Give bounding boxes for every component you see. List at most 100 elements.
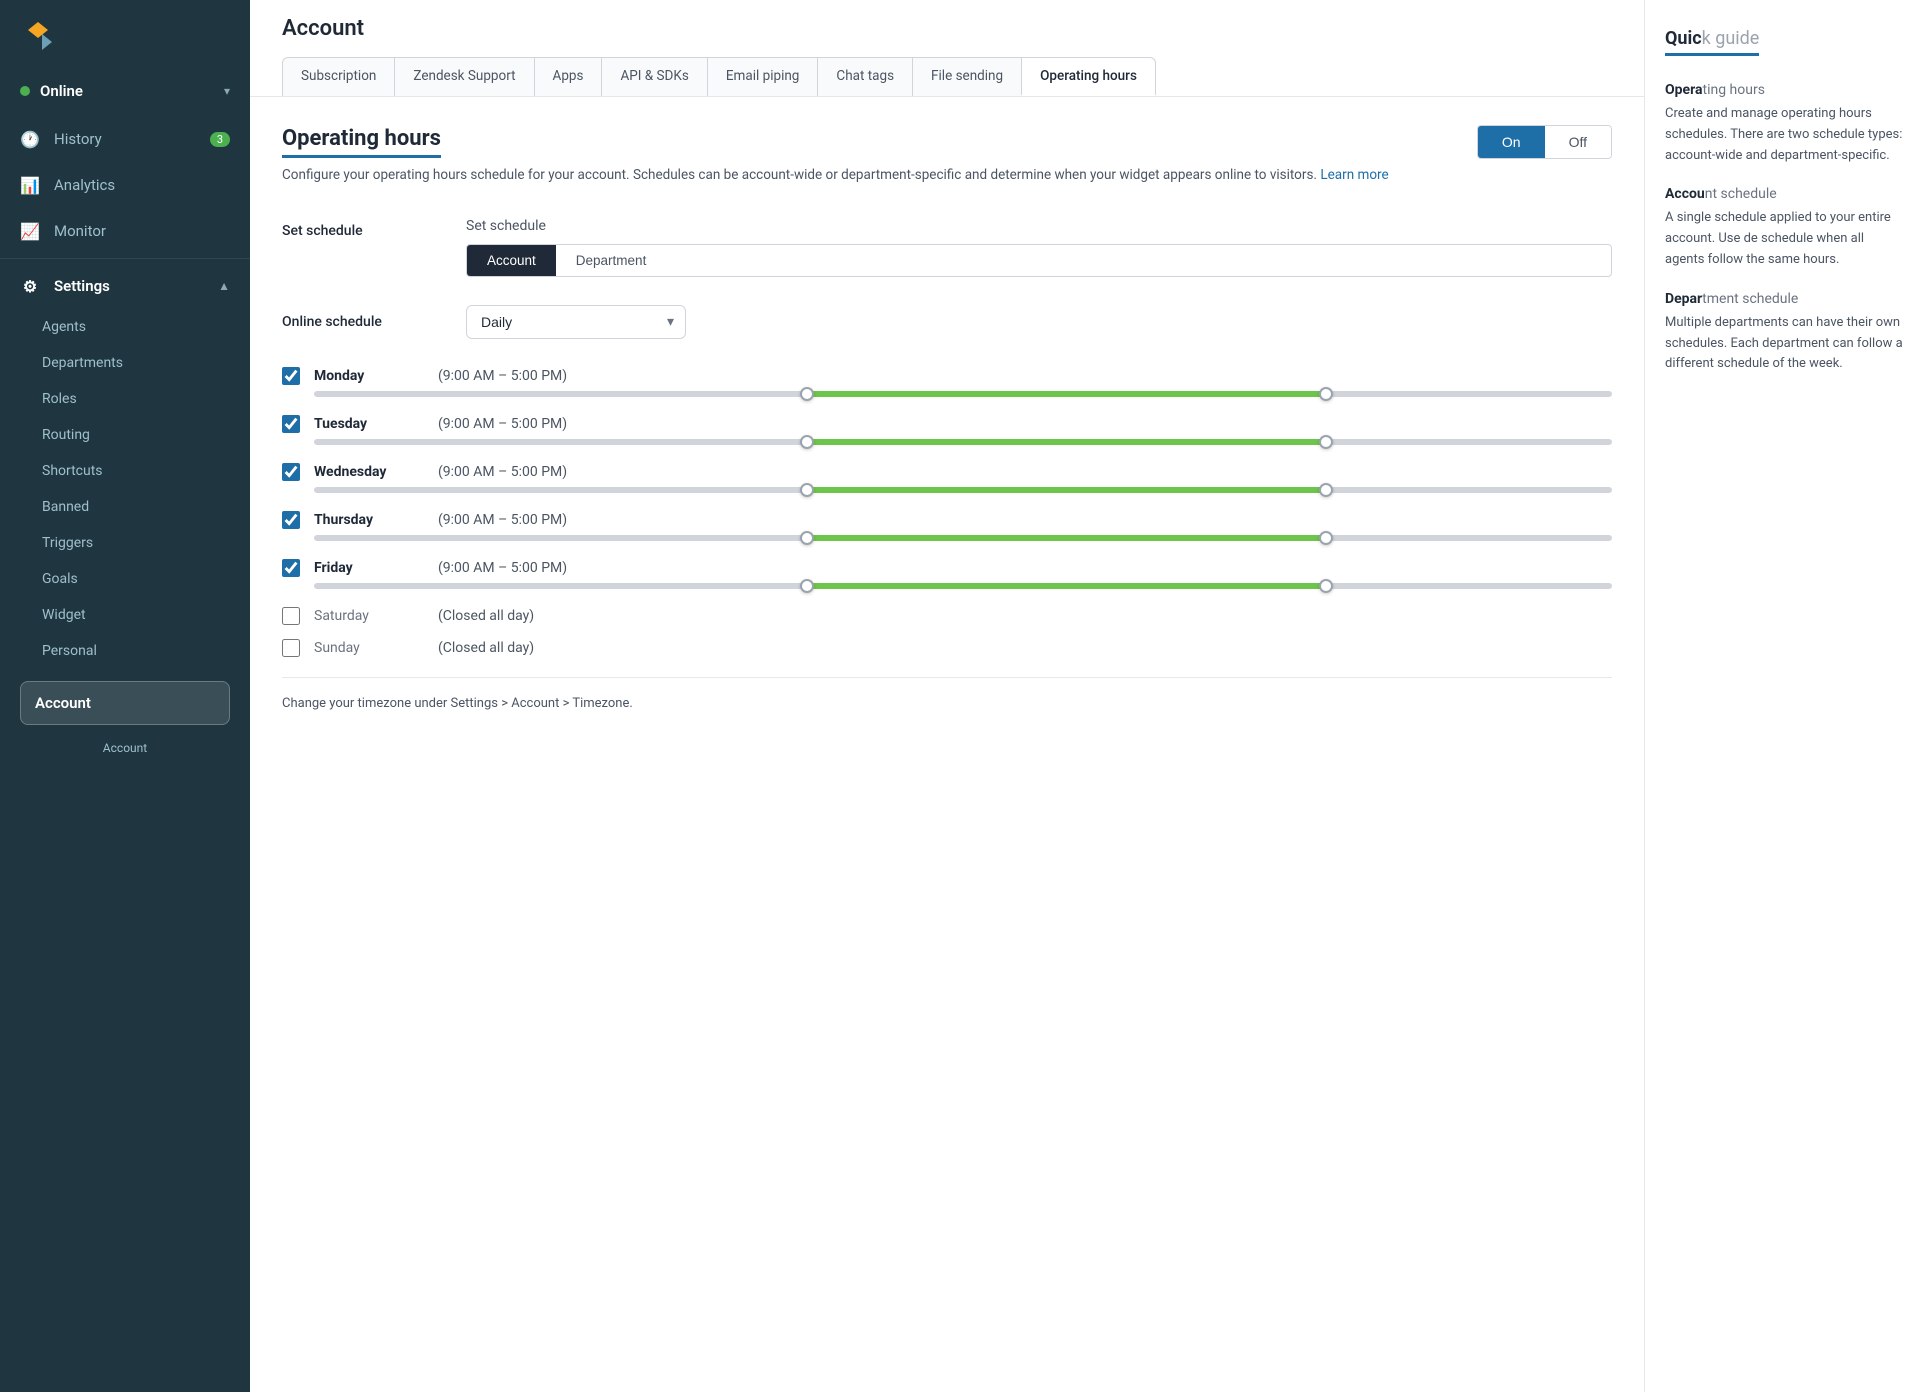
- day-name-thursday: Thursday: [314, 512, 424, 528]
- sidebar-item-account[interactable]: Account: [20, 681, 230, 725]
- tab-apps[interactable]: Apps: [534, 57, 603, 96]
- slider-fill-tuesday: [807, 439, 1326, 445]
- checkbox-wednesday[interactable]: [282, 463, 300, 481]
- sidebar-item-widget[interactable]: Widget: [0, 597, 250, 633]
- slider-fill-friday: [807, 583, 1326, 589]
- day-hours-wednesday: (9:00 AM – 5:00 PM): [438, 464, 567, 480]
- sidebar-item-roles[interactable]: Roles: [0, 381, 250, 417]
- sidebar-item-agents[interactable]: Agents: [0, 309, 250, 345]
- logo-area: [0, 0, 250, 72]
- slider-thumb-start-friday[interactable]: [800, 579, 814, 593]
- online-schedule-select-wrapper: Daily Weekly Custom: [466, 305, 686, 339]
- logo-icon: [20, 18, 56, 54]
- status-chevron-icon: ▾: [224, 84, 230, 98]
- slider-tuesday[interactable]: [314, 439, 1612, 449]
- status-selector[interactable]: Online ▾: [0, 72, 250, 116]
- checkbox-saturday[interactable]: [282, 607, 300, 625]
- day-row-thursday: Thursday (9:00 AM – 5:00 PM): [282, 511, 1612, 529]
- slider-thumb-start-wednesday[interactable]: [800, 483, 814, 497]
- schedule-type-toggle: Account Department: [466, 244, 1612, 277]
- online-schedule-label: Online schedule: [282, 314, 442, 330]
- slider-fill-thursday: [807, 535, 1326, 541]
- sidebar-item-goals[interactable]: Goals: [0, 561, 250, 597]
- day-item-wednesday: Wednesday (9:00 AM – 5:00 PM): [282, 463, 1612, 497]
- sidebar-item-routing[interactable]: Routing: [0, 417, 250, 453]
- slider-thumb-start-monday[interactable]: [800, 387, 814, 401]
- online-schedule-row: Online schedule Daily Weekly Custom: [282, 305, 1612, 339]
- slider-thumb-start-tuesday[interactable]: [800, 435, 814, 449]
- settings-section-header[interactable]: ⚙ Settings ▲: [0, 263, 250, 309]
- slider-thumb-end-thursday[interactable]: [1319, 531, 1333, 545]
- day-row-wednesday: Wednesday (9:00 AM – 5:00 PM): [282, 463, 1612, 481]
- day-item-thursday: Thursday (9:00 AM – 5:00 PM): [282, 511, 1612, 545]
- slider-fill-monday: [807, 391, 1326, 397]
- slider-friday[interactable]: [314, 583, 1612, 593]
- checkbox-tuesday[interactable]: [282, 415, 300, 433]
- sidebar-item-banned[interactable]: Banned: [0, 489, 250, 525]
- tab-chat-tags[interactable]: Chat tags: [817, 57, 913, 96]
- day-name-wednesday: Wednesday: [314, 464, 424, 480]
- toggle-on-button[interactable]: On: [1478, 126, 1545, 158]
- sidebar-item-triggers[interactable]: Triggers: [0, 525, 250, 561]
- quick-section-account: Account schedule A single schedule appli…: [1665, 186, 1904, 270]
- tab-operating-hours[interactable]: Operating hours: [1021, 57, 1156, 96]
- operating-hours-title: Operating hours: [282, 126, 441, 158]
- sidebar-item-history[interactable]: 🕐 History 3: [0, 116, 250, 162]
- set-schedule-row: Set schedule Set schedule Account Depart…: [282, 215, 1612, 277]
- day-hours-monday: (9:00 AM – 5:00 PM): [438, 368, 567, 384]
- slider-wednesday[interactable]: [314, 487, 1612, 497]
- toggle-off-button[interactable]: Off: [1545, 126, 1611, 158]
- day-row-friday: Friday(9:00 AM – 5:00 PM): [282, 559, 1612, 577]
- status-left: Online: [20, 82, 83, 100]
- sidebar-item-monitor[interactable]: 📈 Monitor: [0, 208, 250, 254]
- sidebar-item-personal[interactable]: Personal: [0, 633, 250, 669]
- slider-thumb-end-monday[interactable]: [1319, 387, 1333, 401]
- tab-file-sending[interactable]: File sending: [912, 57, 1022, 96]
- slider-thumb-end-tuesday[interactable]: [1319, 435, 1333, 449]
- checkbox-thursday[interactable]: [282, 511, 300, 529]
- slider-track-thursday: [314, 535, 1612, 541]
- right-panel: Quick guide Operating hours Create and m…: [1644, 0, 1924, 1392]
- set-schedule-content: Set schedule Account Department: [466, 215, 1612, 277]
- online-schedule-select[interactable]: Daily Weekly Custom: [466, 305, 686, 339]
- sidebar: Online ▾ 🕐 History 3 📊 Analytics 📈 Monit…: [0, 0, 250, 1392]
- settings-sub-items: Agents Departments Roles Routing Shortcu…: [0, 309, 250, 669]
- tab-api-sdks[interactable]: API & SDKs: [601, 57, 707, 96]
- monitor-icon: 📈: [20, 221, 40, 241]
- page-title: Account: [282, 16, 1612, 41]
- day-hours-thursday: (9:00 AM – 5:00 PM): [438, 512, 567, 528]
- on-off-toggle: On Off: [1477, 125, 1612, 159]
- schedule-department-button[interactable]: Department: [556, 245, 667, 276]
- day-hours-tuesday: (9:00 AM – 5:00 PM): [438, 416, 567, 432]
- day-row-saturday: Saturday(Closed all day): [282, 607, 1612, 625]
- day-item-monday: Monday (9:00 AM – 5:00 PM): [282, 367, 1612, 401]
- slider-monday[interactable]: [314, 391, 1612, 401]
- slider-thumb-end-friday[interactable]: [1319, 579, 1333, 593]
- set-schedule-label: Set schedule: [282, 215, 442, 239]
- checkbox-monday[interactable]: [282, 367, 300, 385]
- sidebar-item-shortcuts[interactable]: Shortcuts: [0, 453, 250, 489]
- slider-track-friday: [314, 583, 1612, 589]
- learn-more-link[interactable]: Learn more: [1320, 167, 1388, 183]
- quick-section-operating: Operating hours Create and manage operat…: [1665, 82, 1904, 166]
- checkbox-sunday[interactable]: [282, 639, 300, 657]
- status-label: Online: [40, 82, 83, 100]
- sidebar-item-analytics[interactable]: 📊 Analytics: [0, 162, 250, 208]
- day-item-saturday: Saturday(Closed all day): [282, 607, 1612, 625]
- sidebar-item-departments[interactable]: Departments: [0, 345, 250, 381]
- day-name-monday: Monday: [314, 368, 424, 384]
- tab-email-piping[interactable]: Email piping: [707, 57, 819, 96]
- checkbox-friday[interactable]: [282, 559, 300, 577]
- settings-chevron-icon: ▲: [218, 279, 230, 293]
- slider-track-tuesday: [314, 439, 1612, 445]
- analytics-icon: 📊: [20, 175, 40, 195]
- tab-subscription[interactable]: Subscription: [282, 57, 395, 96]
- day-row-tuesday: Tuesday(9:00 AM – 5:00 PM): [282, 415, 1612, 433]
- online-dot: [20, 86, 30, 96]
- slider-thursday[interactable]: [314, 535, 1612, 545]
- schedule-account-button[interactable]: Account: [467, 245, 556, 276]
- slider-thumb-end-wednesday[interactable]: [1319, 483, 1333, 497]
- tab-zendesk-support[interactable]: Zendesk Support: [394, 57, 534, 96]
- slider-thumb-start-thursday[interactable]: [800, 531, 814, 545]
- settings-icon: ⚙: [20, 276, 40, 296]
